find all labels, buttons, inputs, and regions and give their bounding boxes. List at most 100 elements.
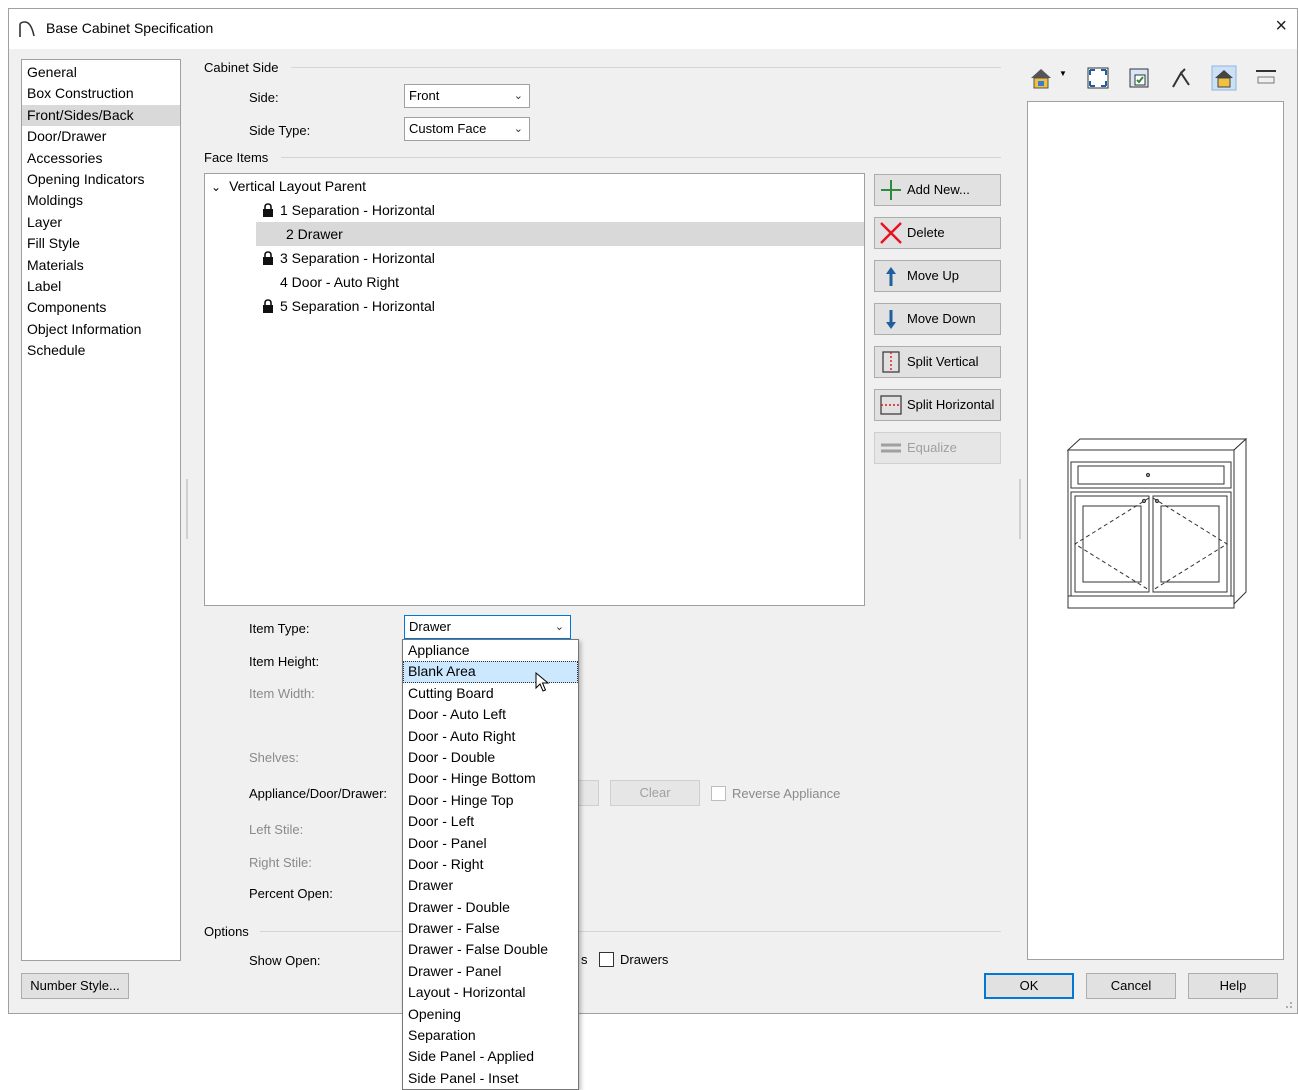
dropdown-option[interactable]: Appliance <box>403 640 578 661</box>
left-stile-label: Left Stile: <box>249 822 304 837</box>
fill-window-icon[interactable] <box>1085 65 1111 91</box>
lock-icon <box>263 251 273 265</box>
drawers-label: Drawers <box>620 952 669 967</box>
cabinet-preview[interactable] <box>1027 101 1284 960</box>
dropdown-option[interactable]: Door - Left <box>403 811 578 832</box>
chevron-down-icon: ⌄ <box>513 123 523 135</box>
number-style-button[interactable]: Number Style... <box>21 973 129 999</box>
split-vertical-button[interactable]: Split Vertical <box>874 346 1001 378</box>
add-new-label: Add New... <box>907 182 970 197</box>
resize-grip-icon[interactable] <box>1283 999 1293 1009</box>
percent-open-label: Percent Open: <box>249 886 333 901</box>
dropdown-option[interactable]: Blank Area <box>403 661 578 683</box>
left-splitter-handle[interactable] <box>186 479 188 539</box>
nav-item-schedule[interactable]: Schedule <box>22 340 180 361</box>
face-items-tree[interactable]: ⌄ Vertical Layout Parent 1 Separation - H… <box>204 173 865 606</box>
nav-item-general[interactable]: General <box>22 62 180 83</box>
window-title: Base Cabinet Specification <box>46 20 214 36</box>
dropdown-option[interactable]: Drawer <box>403 875 578 896</box>
nav-item-object-information[interactable]: Object Information <box>22 319 180 340</box>
split-horizontal-button[interactable]: Split Horizontal <box>874 389 1001 421</box>
chevron-down-icon[interactable]: ⌄ <box>211 180 221 194</box>
ok-button[interactable]: OK <box>984 973 1074 999</box>
delete-button[interactable]: Delete <box>874 217 1001 249</box>
line-drawing-icon[interactable] <box>1169 65 1195 91</box>
nav-item-components[interactable]: Components <box>22 297 180 318</box>
color-icon[interactable] <box>1211 65 1237 91</box>
camera-view-icon[interactable] <box>1029 65 1055 91</box>
divider <box>291 67 1001 68</box>
help-button[interactable]: Help <box>1188 973 1278 999</box>
dropdown-option[interactable]: Door - Auto Right <box>403 726 578 747</box>
layout-view-icon[interactable] <box>1253 65 1279 91</box>
item-type-label: Item Type: <box>249 621 310 636</box>
camera-dropdown-arrow-icon[interactable]: ▼ <box>1059 69 1067 78</box>
side-type-select[interactable]: Custom Face ⌄ <box>404 117 530 141</box>
dropdown-option[interactable]: Door - Hinge Bottom <box>403 768 578 789</box>
dropdown-option[interactable]: Door - Double <box>403 747 578 768</box>
chevron-down-icon: ⌄ <box>554 621 564 633</box>
arrow-up-icon <box>886 267 896 286</box>
equalize-button[interactable]: Equalize <box>874 432 1001 464</box>
add-new-button[interactable]: Add New... <box>874 174 1001 206</box>
dropdown-option[interactable]: Drawer - False Double <box>403 939 578 960</box>
tree-item[interactable]: 2 Drawer <box>256 222 864 246</box>
dropdown-option[interactable]: Separation <box>403 1025 578 1046</box>
item-type-select[interactable]: Drawer ⌄ <box>404 615 571 639</box>
item-width-label: Item Width: <box>249 686 315 701</box>
shelves-label: Shelves: <box>249 750 299 765</box>
dropdown-option[interactable]: Door - Right <box>403 854 578 875</box>
show-materials-icon[interactable] <box>1127 65 1153 91</box>
nav-item-box-construction[interactable]: Box Construction <box>22 83 180 104</box>
dropdown-option[interactable]: Side Panel - Inset <box>403 1068 578 1089</box>
dropdown-option[interactable]: Drawer - False <box>403 918 578 939</box>
close-button[interactable]: × <box>1275 15 1287 38</box>
tree-item[interactable]: 3 Separation - Horizontal <box>262 246 435 270</box>
category-list[interactable]: General Box Construction Front/Sides/Back D… <box>21 59 181 961</box>
side-select[interactable]: Front ⌄ <box>404 84 530 108</box>
move-up-label: Move Up <box>907 268 960 283</box>
dropdown-option[interactable]: Side Panel - Applied <box>403 1046 578 1067</box>
cancel-button[interactable]: Cancel <box>1086 973 1176 999</box>
dropdown-option[interactable]: Drawer - Double <box>403 897 578 918</box>
move-up-button[interactable]: Move Up <box>874 260 1001 292</box>
dropdown-option[interactable]: Door - Panel <box>403 833 578 854</box>
lock-icon <box>263 299 273 313</box>
move-down-button[interactable]: Move Down <box>874 303 1001 335</box>
reverse-appliance-label: Reverse Appliance <box>732 786 841 801</box>
clear-button[interactable]: Clear <box>610 780 700 806</box>
divider <box>260 931 1001 932</box>
equalize-icon <box>881 443 901 453</box>
dropdown-option[interactable]: Drawer - Panel <box>403 961 578 982</box>
nav-item-moldings[interactable]: Moldings <box>22 190 180 211</box>
lock-icon <box>263 203 273 217</box>
tree-item[interactable]: 1 Separation - Horizontal <box>262 198 435 222</box>
dropdown-option[interactable]: Door - Hinge Top <box>403 790 578 811</box>
arrow-down-icon <box>886 310 896 329</box>
mouse-cursor-icon <box>535 672 550 692</box>
nav-item-front-sides-back[interactable]: Front/Sides/Back <box>22 104 180 127</box>
delete-x-icon <box>880 222 902 244</box>
base-cabinet-dialog: Base Cabinet Specification × General Box … <box>8 8 1298 1014</box>
tree-item-label: 5 Separation - Horizontal <box>280 298 435 314</box>
tree-parent-node[interactable]: ⌄ Vertical Layout Parent <box>211 174 366 198</box>
nav-item-door-drawer[interactable]: Door/Drawer <box>22 126 180 147</box>
nav-item-layer[interactable]: Layer <box>22 212 180 233</box>
drawers-checkbox[interactable] <box>599 952 614 967</box>
dropdown-option[interactable]: Opening <box>403 1004 578 1025</box>
nav-item-label[interactable]: Label <box>22 276 180 297</box>
nav-item-fill-style[interactable]: Fill Style <box>22 233 180 254</box>
item-type-dropdown-list[interactable]: Appliance Blank Area Cutting Board Door - A… <box>402 639 579 1090</box>
tree-item-label: 1 Separation - Horizontal <box>280 202 435 218</box>
dropdown-option[interactable]: Layout - Horizontal <box>403 982 578 1003</box>
nav-item-accessories[interactable]: Accessories <box>22 148 180 169</box>
split-horizontal-label: Split Horizontal <box>907 397 995 412</box>
dropdown-option[interactable]: Door - Auto Left <box>403 704 578 725</box>
tree-item[interactable]: 5 Separation - Horizontal <box>262 294 435 318</box>
reverse-appliance-checkbox[interactable] <box>711 786 726 801</box>
right-splitter-handle[interactable] <box>1019 479 1021 539</box>
dropdown-option[interactable]: Cutting Board <box>403 683 578 704</box>
nav-item-opening-indicators[interactable]: Opening Indicators <box>22 169 180 190</box>
nav-item-materials[interactable]: Materials <box>22 255 180 276</box>
tree-item[interactable]: 4 Door - Auto Right <box>262 270 399 294</box>
